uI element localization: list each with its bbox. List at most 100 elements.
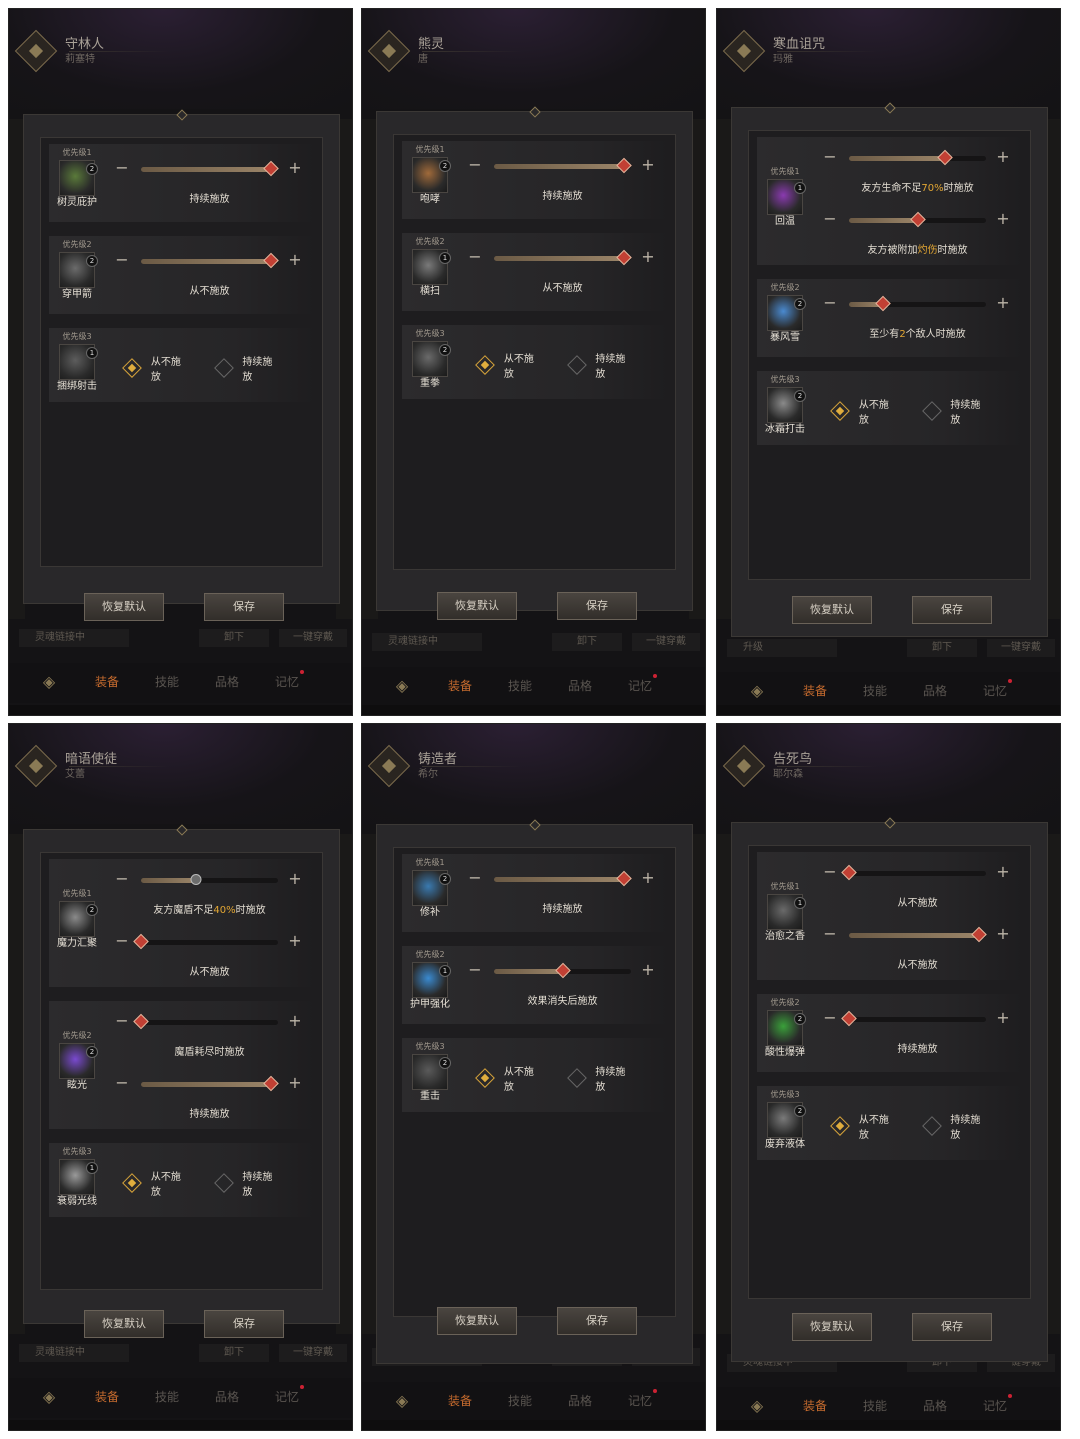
skill-icon[interactable]: 1 [59, 344, 98, 380]
tab-item[interactable]: 装备 [803, 1397, 827, 1414]
back-arrow-icon[interactable]: ◈ [384, 1390, 420, 1412]
decrease-button[interactable]: − [819, 862, 841, 884]
reset-default-button[interactable]: 恢复默认 [437, 1307, 517, 1335]
slider-handle[interactable] [909, 211, 926, 228]
tab-item[interactable]: 装备 [448, 677, 472, 694]
skill-icon[interactable]: 2 [59, 160, 98, 196]
slider-handle[interactable] [841, 864, 857, 881]
increase-button[interactable]: + [992, 147, 1014, 169]
threshold-slider[interactable] [494, 157, 632, 174]
check-diamond-icon[interactable] [921, 401, 942, 421]
check-diamond-icon[interactable] [566, 1068, 587, 1088]
increase-button[interactable]: + [992, 293, 1014, 315]
option-never[interactable]: 从不施放 [475, 1063, 544, 1093]
unequip-button[interactable]: 卸下 [199, 1344, 269, 1362]
decrease-button[interactable]: − [111, 1073, 133, 1095]
threshold-slider[interactable] [133, 1013, 278, 1030]
decrease-button[interactable]: − [464, 155, 486, 177]
increase-button[interactable]: + [637, 868, 659, 890]
option-never[interactable]: 从不施放 [475, 350, 544, 380]
slider-handle[interactable] [133, 1013, 149, 1030]
check-diamond-icon[interactable] [122, 1173, 142, 1193]
check-diamond-icon[interactable] [213, 1173, 234, 1193]
tab-item[interactable]: 装备 [95, 1388, 119, 1405]
option-always[interactable]: 持续施放 [921, 1111, 991, 1141]
tab-item[interactable]: 记忆 [275, 670, 305, 690]
increase-button[interactable]: + [284, 250, 306, 272]
slider-handle[interactable] [616, 249, 632, 266]
equip-all-button[interactable]: 一键穿戴 [279, 629, 347, 647]
skill-icon[interactable]: 2 [412, 341, 451, 377]
slider-handle[interactable] [263, 1075, 279, 1092]
option-always[interactable]: 持续施放 [566, 350, 636, 380]
decrease-button[interactable]: − [464, 247, 486, 269]
threshold-slider[interactable] [849, 211, 986, 228]
tab-item[interactable]: 品格 [215, 673, 239, 690]
skill-icon[interactable]: 2 [59, 901, 98, 937]
tab-item[interactable]: 品格 [568, 677, 592, 694]
tab-item[interactable]: 记忆 [628, 1389, 658, 1409]
tab-item[interactable]: 品格 [923, 682, 947, 699]
save-button[interactable]: 保存 [204, 1310, 284, 1338]
tab-item[interactable]: 技能 [508, 1392, 532, 1409]
option-never[interactable]: 从不施放 [122, 1168, 191, 1198]
reset-default-button[interactable]: 恢复默认 [792, 596, 872, 624]
slider-handle[interactable] [841, 1010, 857, 1027]
skill-icon[interactable]: 2 [59, 1043, 98, 1079]
skill-icon[interactable]: 1 [412, 249, 451, 285]
reset-default-button[interactable]: 恢复默认 [437, 592, 517, 620]
tab-item[interactable]: 装备 [95, 673, 119, 690]
option-always[interactable]: 持续施放 [213, 353, 283, 383]
tab-item[interactable]: 记忆 [983, 679, 1013, 699]
option-never[interactable]: 从不施放 [830, 1111, 899, 1141]
decrease-button[interactable]: − [819, 924, 841, 946]
slider-handle[interactable] [554, 962, 571, 979]
increase-button[interactable]: + [992, 862, 1014, 884]
increase-button[interactable]: + [637, 247, 659, 269]
slider-handle[interactable] [616, 870, 632, 887]
reset-default-button[interactable]: 恢复默认 [792, 1313, 872, 1341]
reset-default-button[interactable]: 恢复默认 [84, 593, 164, 621]
decrease-button[interactable]: − [464, 868, 486, 890]
skill-icon[interactable]: 1 [767, 894, 806, 930]
threshold-slider[interactable] [494, 249, 632, 266]
check-diamond-icon[interactable] [830, 1116, 850, 1136]
decrease-button[interactable]: − [819, 147, 841, 169]
threshold-slider[interactable] [841, 864, 986, 881]
threshold-slider[interactable] [141, 252, 279, 269]
increase-button[interactable]: + [284, 931, 306, 953]
save-button[interactable]: 保存 [204, 593, 284, 621]
back-arrow-icon[interactable]: ◈ [739, 1395, 775, 1417]
save-button[interactable]: 保存 [912, 1313, 992, 1341]
skill-icon[interactable]: 2 [412, 1054, 451, 1090]
increase-button[interactable]: + [992, 1008, 1014, 1030]
check-diamond-icon[interactable] [475, 355, 495, 375]
back-arrow-icon[interactable]: ◈ [384, 675, 420, 697]
increase-button[interactable]: + [637, 960, 659, 982]
threshold-slider[interactable] [141, 160, 279, 177]
reset-default-button[interactable]: 恢复默认 [84, 1310, 164, 1338]
unequip-button[interactable]: 卸下 [552, 633, 622, 651]
tab-item[interactable]: 品格 [923, 1397, 947, 1414]
option-never[interactable]: 从不施放 [830, 396, 899, 426]
option-always[interactable]: 持续施放 [921, 396, 991, 426]
skill-icon[interactable]: 2 [767, 1010, 806, 1046]
decrease-button[interactable]: − [111, 1011, 133, 1033]
save-button[interactable]: 保存 [557, 592, 637, 620]
save-button[interactable]: 保存 [912, 596, 992, 624]
threshold-slider[interactable] [849, 149, 986, 166]
increase-button[interactable]: + [992, 209, 1014, 231]
decrease-button[interactable]: − [111, 869, 133, 891]
skill-icon[interactable]: 1 [767, 179, 806, 215]
decrease-button[interactable]: − [111, 158, 133, 180]
tab-item[interactable]: 装备 [803, 682, 827, 699]
check-diamond-icon[interactable] [921, 1116, 942, 1136]
increase-button[interactable]: + [284, 1073, 306, 1095]
increase-button[interactable]: + [284, 1011, 306, 1033]
tab-item[interactable]: 品格 [568, 1392, 592, 1409]
unequip-button[interactable]: 卸下 [199, 629, 269, 647]
slider-handle[interactable] [937, 149, 953, 166]
slider-handle[interactable] [875, 295, 892, 312]
tab-item[interactable]: 技能 [155, 1388, 179, 1405]
skill-icon[interactable]: 2 [59, 252, 98, 288]
